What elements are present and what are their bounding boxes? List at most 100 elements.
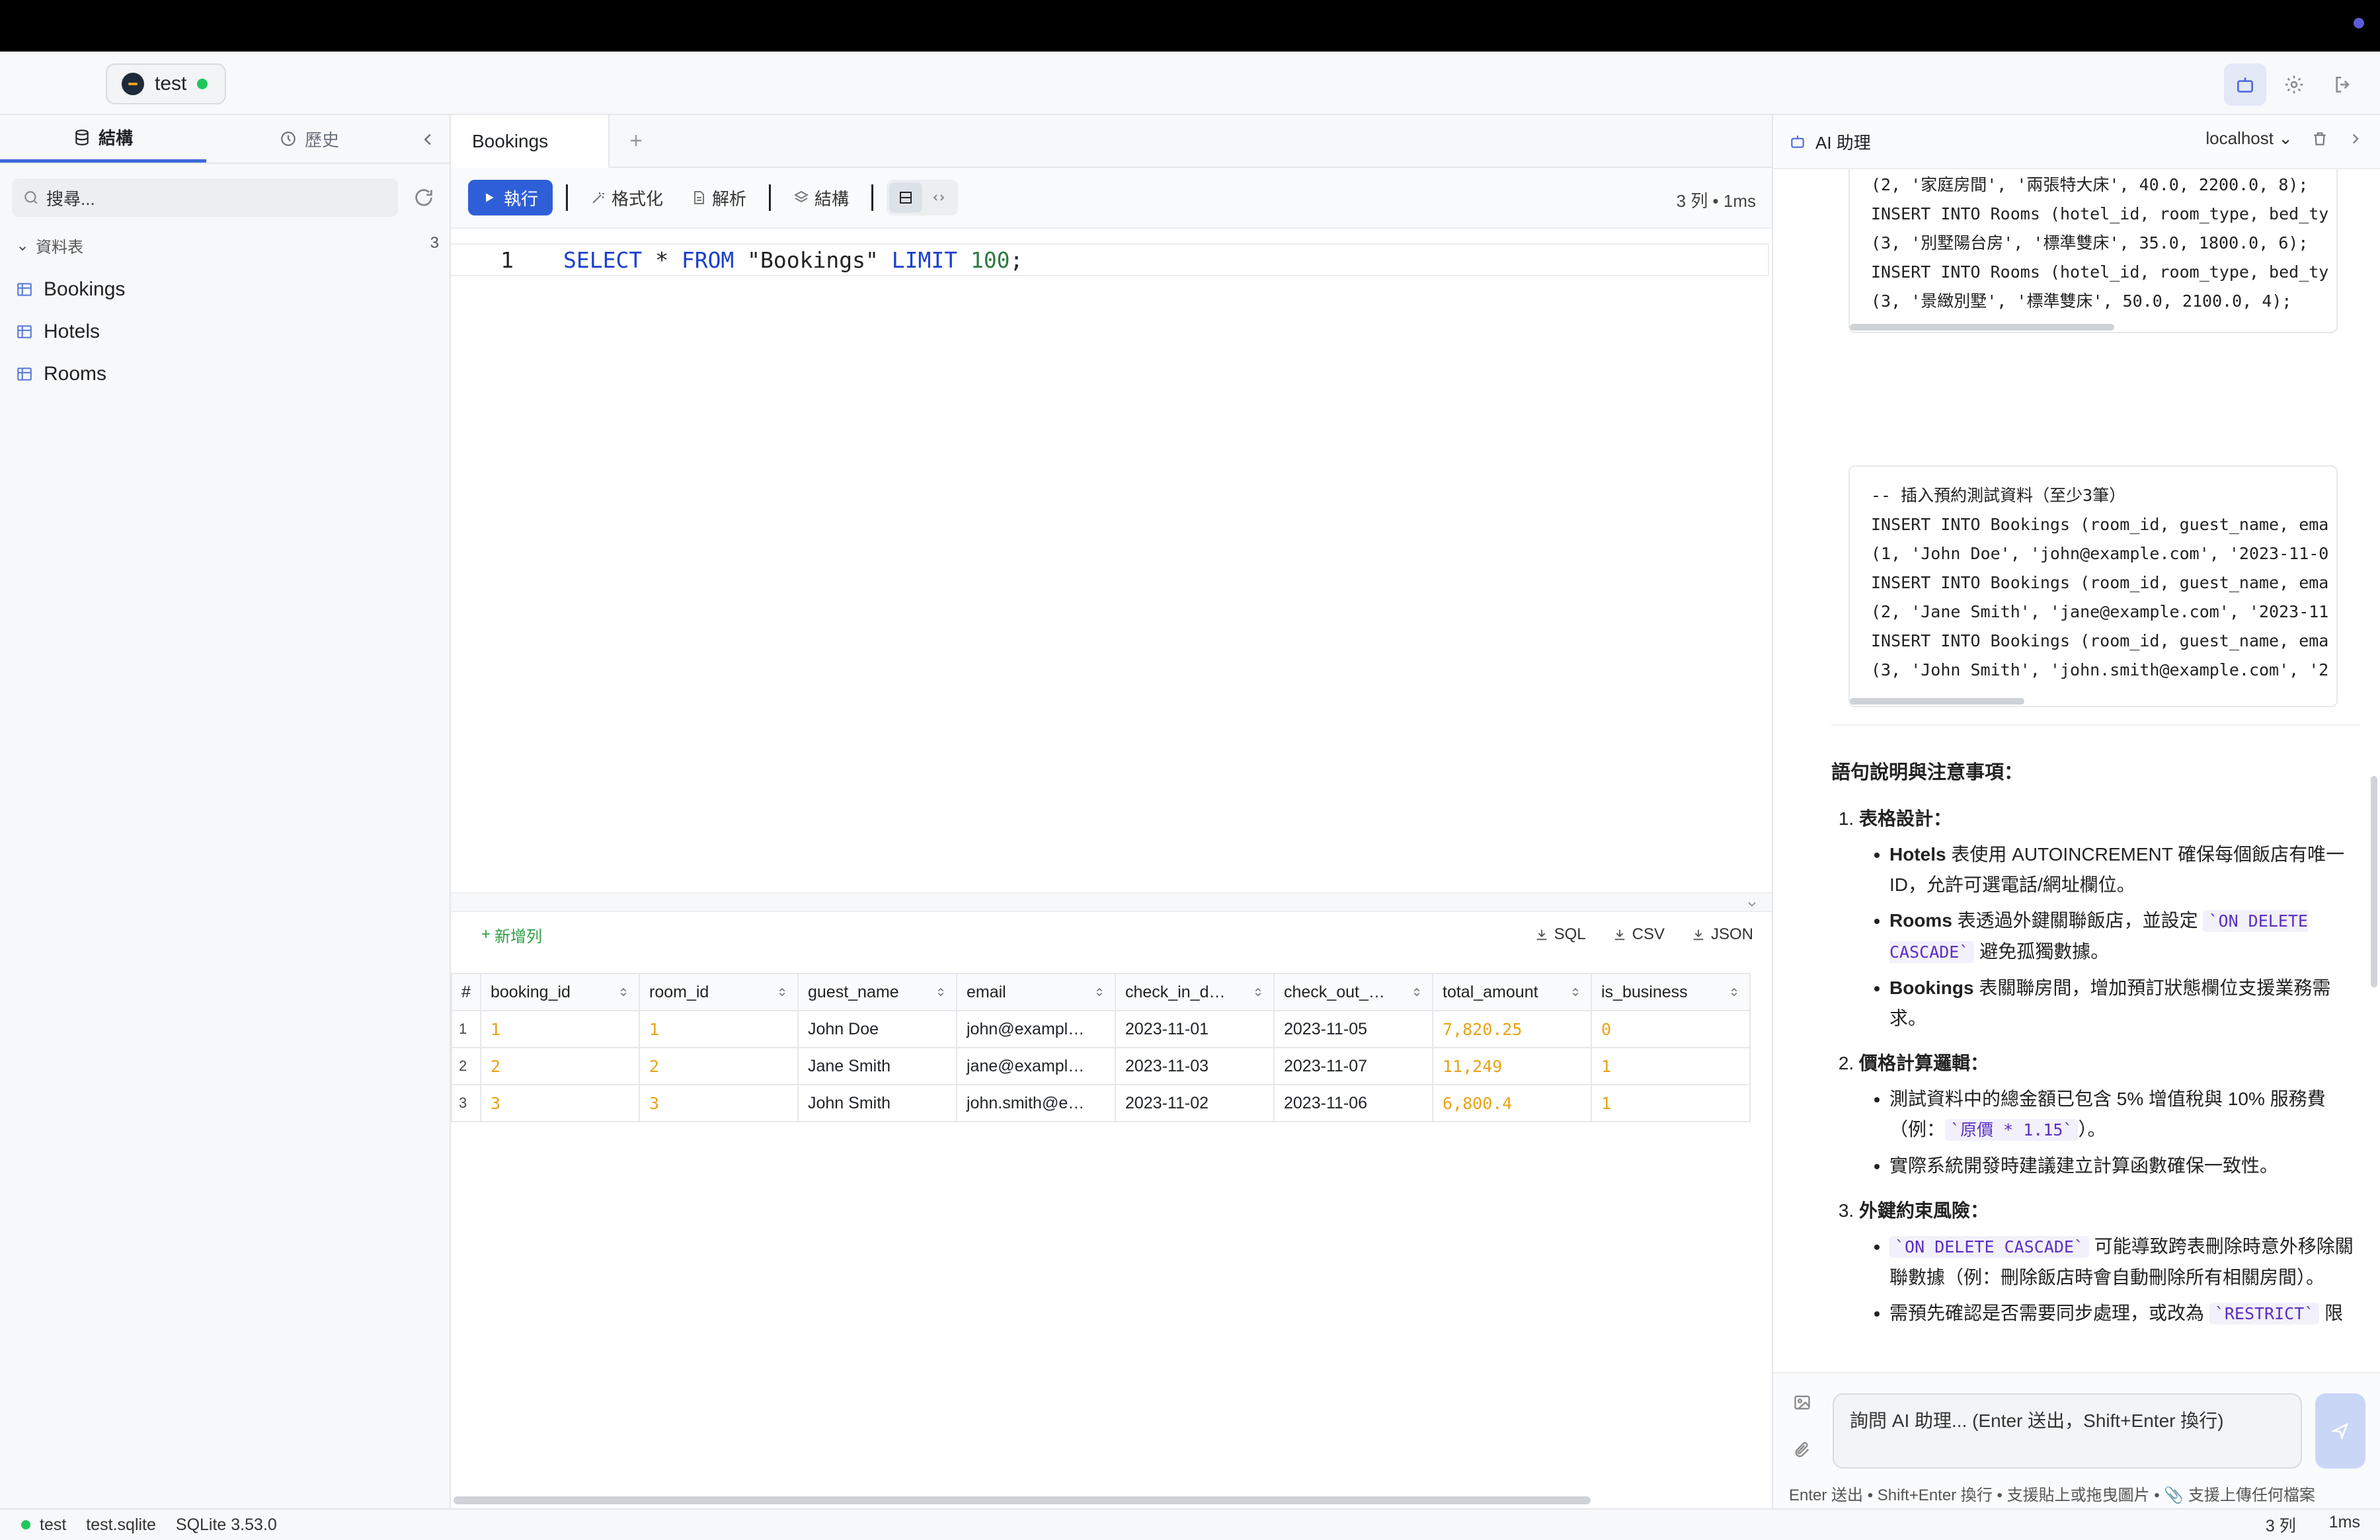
format-button[interactable]: 格式化 bbox=[581, 180, 672, 215]
row-number[interactable]: 3 bbox=[451, 1084, 481, 1122]
horizontal-scrollbar[interactable] bbox=[454, 1496, 1591, 1504]
run-button[interactable]: 執行 bbox=[468, 180, 553, 215]
table-cell[interactable]: 1 bbox=[480, 1010, 640, 1048]
connection-chip[interactable]: test bbox=[106, 63, 227, 104]
table-cell[interactable]: 2023-11-02 bbox=[1115, 1084, 1275, 1122]
image-icon[interactable] bbox=[1793, 1393, 1811, 1412]
chevron-right-icon[interactable] bbox=[2347, 130, 2364, 147]
db-logo-icon bbox=[122, 73, 144, 95]
ai-chat-input[interactable]: 詢問 AI 助理... (Enter 送出，Shift+Enter 換行) bbox=[1833, 1393, 2302, 1469]
add-tab-button[interactable]: + bbox=[610, 115, 662, 167]
table-cell[interactable]: jane@exampl… bbox=[956, 1047, 1116, 1085]
sort-icon[interactable] bbox=[1728, 985, 1740, 999]
refresh-icon[interactable] bbox=[413, 186, 435, 209]
code-scrollbar[interactable] bbox=[1850, 698, 2024, 705]
column-header[interactable]: email bbox=[956, 973, 1116, 1011]
plus-icon: + bbox=[481, 925, 491, 943]
sort-icon[interactable] bbox=[935, 985, 947, 999]
collapse-sidebar-icon[interactable] bbox=[418, 130, 438, 149]
tab-structure[interactable]: 結構 bbox=[0, 115, 206, 163]
table-row[interactable]: 1 1 1 John Doe john@exampl… 2023-11-01 2023-11… bbox=[451, 1010, 1751, 1048]
ai-assistant-toggle-icon[interactable] bbox=[2224, 63, 2266, 106]
table-cell[interactable]: 2023-11-06 bbox=[1273, 1084, 1433, 1122]
send-button[interactable] bbox=[2315, 1393, 2365, 1469]
column-header[interactable]: booking_id bbox=[480, 973, 640, 1011]
code-scrollbar[interactable] bbox=[1850, 324, 2114, 330]
column-header[interactable]: total_amount bbox=[1432, 973, 1592, 1011]
column-header[interactable]: room_id bbox=[639, 973, 799, 1011]
paperclip-icon[interactable] bbox=[1793, 1441, 1811, 1459]
column-header[interactable]: is_business bbox=[1591, 973, 1751, 1011]
add-row-button[interactable]: + 新增列 bbox=[481, 923, 542, 946]
download-icon bbox=[1693, 929, 1704, 941]
sort-icon[interactable] bbox=[1252, 985, 1264, 999]
table-cell[interactable]: John Smith bbox=[797, 1084, 957, 1122]
table-cell[interactable]: john@exampl… bbox=[956, 1010, 1116, 1048]
table-row[interactable]: 3 3 3 John Smith john.smith@e… 2023-11-02 2023… bbox=[451, 1084, 1751, 1122]
bullet-text: 表透過外鍵關聯飯店，並設定 bbox=[1952, 910, 2203, 931]
table-cell[interactable]: 1 bbox=[1591, 1084, 1751, 1122]
column-header[interactable]: check_in_d… bbox=[1115, 973, 1275, 1011]
export-csv-button[interactable]: CSV bbox=[1612, 925, 1665, 944]
view-mode-toggle[interactable] bbox=[887, 180, 959, 215]
row-number[interactable]: 2 bbox=[451, 1047, 481, 1085]
logout-icon[interactable] bbox=[2322, 63, 2364, 106]
structure-button[interactable]: 結構 bbox=[784, 180, 858, 215]
tab-bookings-query[interactable]: Bookings bbox=[451, 115, 610, 168]
ai-explanation: 語句說明與注意事項： 表格設計： Hotels 表使用 AUTOINCREMEN… bbox=[1831, 757, 2354, 1344]
table-cell[interactable]: 7,820.25 bbox=[1432, 1010, 1592, 1048]
table-cell[interactable]: 0 bbox=[1591, 1010, 1751, 1048]
table-cell[interactable]: 2 bbox=[639, 1047, 799, 1085]
chat-scrollbar[interactable] bbox=[2371, 776, 2377, 987]
table-row[interactable]: 2 2 2 Jane Smith jane@exampl… 2023-11-03 2023-… bbox=[451, 1047, 1751, 1085]
sql-semicolon: ; bbox=[1010, 247, 1023, 273]
column-header[interactable]: guest_name bbox=[797, 973, 957, 1011]
export-sql-button[interactable]: SQL bbox=[1534, 925, 1586, 944]
sort-icon[interactable] bbox=[1569, 985, 1581, 999]
table-cell[interactable]: Jane Smith bbox=[797, 1047, 957, 1085]
explain-button[interactable]: 解析 bbox=[682, 180, 756, 215]
table-cell[interactable]: 11,249 bbox=[1432, 1047, 1592, 1085]
bullet-text: 表使用 AUTOINCREMENT 確保每個飯店有唯一ID，允許可選電話/網址欄… bbox=[1889, 844, 2345, 895]
row-number-header[interactable]: # bbox=[451, 973, 481, 1011]
table-search-input[interactable]: 搜尋... bbox=[12, 178, 398, 217]
sidebar-item-bookings[interactable]: Bookings bbox=[16, 268, 125, 311]
table-cell[interactable]: John Doe bbox=[797, 1010, 957, 1048]
sort-icon[interactable] bbox=[776, 985, 788, 999]
tables-count: 3 bbox=[430, 234, 439, 252]
sort-icon[interactable] bbox=[617, 985, 629, 999]
sort-icon[interactable] bbox=[1093, 985, 1105, 999]
table-cell[interactable]: 1 bbox=[639, 1010, 799, 1048]
table-cell[interactable]: 2023-11-07 bbox=[1273, 1047, 1433, 1085]
table-cell[interactable]: 2023-11-05 bbox=[1273, 1010, 1433, 1048]
database-icon bbox=[75, 129, 89, 145]
tab-history[interactable]: 歷史 bbox=[206, 115, 413, 163]
row-number[interactable]: 1 bbox=[451, 1010, 481, 1048]
sidebar-item-rooms[interactable]: Rooms bbox=[16, 353, 125, 395]
code-view-icon[interactable] bbox=[922, 182, 955, 213]
table-cell[interactable]: 2023-11-03 bbox=[1115, 1047, 1275, 1085]
table-cell[interactable]: 3 bbox=[480, 1084, 640, 1122]
export-json-button[interactable]: JSON bbox=[1691, 925, 1753, 944]
code-line[interactable]: 1 SELECT * FROM "Bookings" LIMIT 100; bbox=[451, 243, 1769, 276]
sort-icon[interactable] bbox=[1411, 985, 1423, 999]
table-cell[interactable]: 1 bbox=[1591, 1047, 1751, 1085]
resize-handle[interactable] bbox=[451, 892, 1772, 912]
table-cell[interactable]: 2023-11-01 bbox=[1115, 1010, 1275, 1048]
tables-section-header[interactable]: ⌄ 資料表 3 bbox=[16, 234, 439, 257]
table-cell[interactable]: 2 bbox=[480, 1047, 640, 1085]
layers-icon bbox=[793, 190, 809, 203]
status-time: 1ms bbox=[2328, 1513, 2360, 1531]
server-label: localhost bbox=[2205, 128, 2274, 148]
split-view-icon[interactable] bbox=[889, 182, 923, 213]
sidebar-item-hotels[interactable]: Hotels bbox=[16, 311, 125, 353]
ai-panel-title: AI 助理 bbox=[1815, 132, 1871, 153]
table-cell[interactable]: john.smith@e… bbox=[956, 1084, 1116, 1122]
server-select[interactable]: localhost ⌄ bbox=[2205, 128, 2293, 149]
table-cell[interactable]: 3 bbox=[639, 1084, 799, 1122]
settings-gear-icon[interactable] bbox=[2273, 63, 2315, 106]
sql-editor[interactable]: 1 SELECT * FROM "Bookings" LIMIT 100; bbox=[451, 229, 1772, 892]
column-header[interactable]: check_out_… bbox=[1273, 973, 1433, 1011]
table-cell[interactable]: 6,800.4 bbox=[1432, 1084, 1592, 1122]
trash-icon[interactable] bbox=[2311, 130, 2328, 147]
